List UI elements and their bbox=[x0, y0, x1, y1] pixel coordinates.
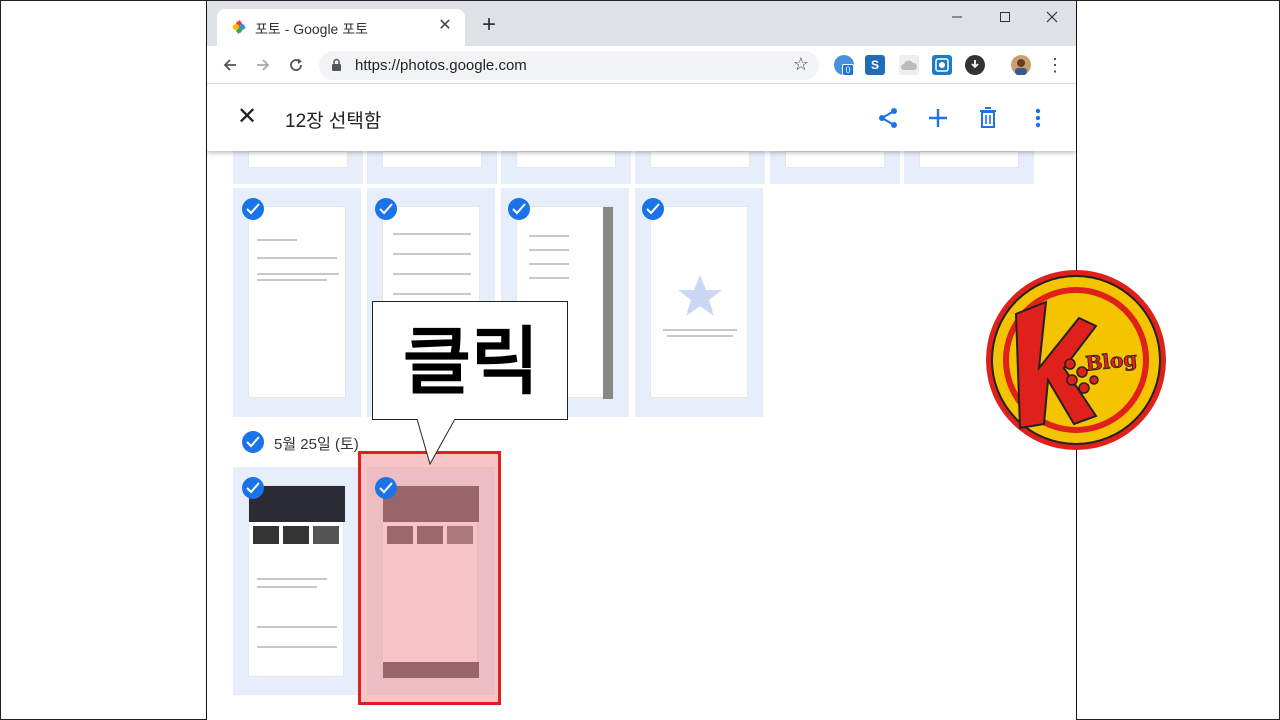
photo-thumbnail[interactable] bbox=[233, 467, 361, 695]
selected-check-icon[interactable] bbox=[642, 198, 664, 220]
selection-count: 12장 선택함 bbox=[285, 111, 382, 132]
google-photos-icon bbox=[232, 20, 246, 34]
delete-icon[interactable] bbox=[975, 105, 1001, 131]
selected-check-icon[interactable] bbox=[242, 198, 264, 220]
capture-extension-icon[interactable] bbox=[932, 55, 952, 75]
photo-thumbnail[interactable] bbox=[367, 151, 497, 184]
photo-thumbnail[interactable] bbox=[233, 151, 363, 184]
share-icon[interactable] bbox=[875, 105, 901, 131]
slide-canvas: 포토 - Google 포토 ✕ + https://photos.google… bbox=[0, 0, 1280, 720]
tab-strip: 포토 - Google 포토 ✕ + bbox=[207, 1, 1076, 46]
k-blog-logo: Blog bbox=[986, 270, 1166, 450]
photo-thumbnail[interactable] bbox=[635, 151, 765, 184]
minimize-icon[interactable] bbox=[942, 7, 972, 27]
back-icon[interactable] bbox=[217, 52, 243, 78]
photo-thumbnail[interactable] bbox=[635, 188, 763, 417]
photo-thumbnail[interactable] bbox=[904, 151, 1034, 184]
browser-window: 포토 - Google 포토 ✕ + https://photos.google… bbox=[206, 1, 1077, 720]
browser-toolbar: https://photos.google.com ☆ 0 S ⋮ bbox=[207, 46, 1076, 84]
profile-avatar[interactable] bbox=[1011, 55, 1031, 75]
browser-tab[interactable]: 포토 - Google 포토 ✕ bbox=[217, 9, 465, 46]
menu-kebab-icon[interactable]: ⋮ bbox=[1045, 55, 1065, 75]
add-icon[interactable] bbox=[925, 105, 951, 131]
selected-check-icon[interactable] bbox=[375, 198, 397, 220]
callout-bubble: 클릭 bbox=[372, 301, 568, 420]
photo-thumbnail[interactable] bbox=[233, 188, 361, 417]
new-tab-button[interactable]: + bbox=[477, 13, 501, 37]
close-selection-button[interactable]: ✕ bbox=[235, 105, 259, 129]
photo-thumbnail[interactable] bbox=[770, 151, 900, 184]
date-select-check-icon[interactable] bbox=[242, 431, 264, 453]
download-icon[interactable] bbox=[965, 55, 985, 75]
selected-check-icon[interactable] bbox=[375, 477, 397, 499]
photo-grid: 5월 25일 (토) bbox=[207, 151, 1076, 720]
selected-check-icon[interactable] bbox=[242, 477, 264, 499]
callout-pointer bbox=[416, 419, 456, 466]
forward-icon[interactable] bbox=[250, 52, 276, 78]
reload-icon[interactable] bbox=[283, 52, 309, 78]
s-extension-icon[interactable]: S bbox=[865, 55, 885, 75]
date-label: 5월 25일 (토) bbox=[274, 436, 359, 453]
extension-badge-count: 0 bbox=[842, 64, 854, 76]
photo-thumbnail[interactable] bbox=[501, 151, 631, 184]
selection-bar: ✕ 12장 선택함 bbox=[207, 85, 1076, 151]
extension-badge-icon[interactable]: 0 bbox=[834, 55, 854, 76]
lock-icon bbox=[332, 58, 341, 71]
bookmark-star-icon[interactable]: ☆ bbox=[793, 54, 809, 75]
url-text: https://photos.google.com bbox=[355, 57, 527, 74]
selected-check-icon[interactable] bbox=[508, 198, 530, 220]
cloud-extension-icon[interactable] bbox=[899, 55, 919, 75]
window-close-icon[interactable] bbox=[1037, 7, 1067, 27]
callout-text: 클릭 bbox=[402, 320, 540, 403]
tab-title: 포토 - Google 포토 bbox=[255, 21, 368, 37]
address-bar[interactable]: https://photos.google.com ☆ bbox=[319, 51, 819, 80]
maximize-icon[interactable] bbox=[990, 7, 1020, 27]
more-options-icon[interactable] bbox=[1025, 105, 1051, 131]
tab-close-icon[interactable]: ✕ bbox=[435, 16, 455, 36]
